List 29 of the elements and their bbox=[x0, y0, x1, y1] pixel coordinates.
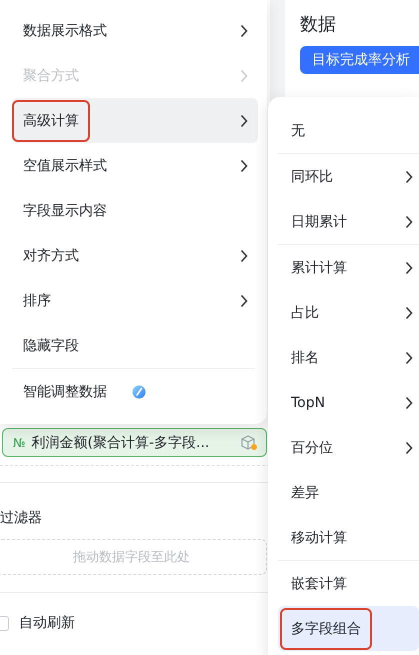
cube-icon bbox=[240, 434, 258, 452]
menu-item[interactable]: 对齐方式 bbox=[12, 233, 258, 278]
sparkle-ball-icon bbox=[132, 384, 146, 398]
menu-item[interactable]: 占比 bbox=[278, 290, 419, 335]
field-pill[interactable]: № 利润金额(聚合计算-多字段... bbox=[2, 428, 267, 457]
menu-item[interactable]: 同环比 bbox=[278, 154, 419, 199]
filter-title: 过滤器 bbox=[0, 509, 43, 527]
menu-item[interactable]: 字段显示内容 bbox=[12, 188, 258, 233]
menu-item[interactable]: 隐藏字段 bbox=[12, 323, 258, 368]
menu-item[interactable]: TopN bbox=[278, 380, 419, 425]
menu-item[interactable]: 日期累计 bbox=[278, 199, 419, 244]
menu-item[interactable]: 高级计算 bbox=[12, 98, 258, 143]
menu-item[interactable]: 智能调整数据 bbox=[12, 369, 258, 414]
menu-item[interactable]: 差异 bbox=[278, 470, 419, 515]
menu-item[interactable]: 移动计算 bbox=[278, 515, 419, 560]
checkbox-label: 自动刷新 bbox=[19, 614, 75, 632]
panel-title: 数据 bbox=[300, 13, 337, 36]
menu-item[interactable]: 多字段组合 bbox=[278, 606, 419, 651]
menu-item[interactable]: 嵌套计算 bbox=[278, 561, 419, 606]
menu-item[interactable]: 百分位 bbox=[278, 425, 419, 470]
menu-item[interactable]: 排名 bbox=[278, 335, 419, 380]
menu-item[interactable]: 排序 bbox=[12, 278, 258, 323]
menu-item[interactable]: 空值展示样式 bbox=[12, 143, 258, 188]
menu-item[interactable]: 累计计算 bbox=[278, 245, 419, 290]
dataset-tab[interactable]: 目标完成率分析 bbox=[300, 46, 419, 74]
menu-item[interactable]: 数据展示格式 bbox=[12, 8, 258, 53]
number-type-icon: № bbox=[13, 436, 26, 450]
menu-item[interactable]: 无 bbox=[278, 108, 419, 153]
field-label: 利润金额(聚合计算-多字段... bbox=[31, 434, 210, 452]
